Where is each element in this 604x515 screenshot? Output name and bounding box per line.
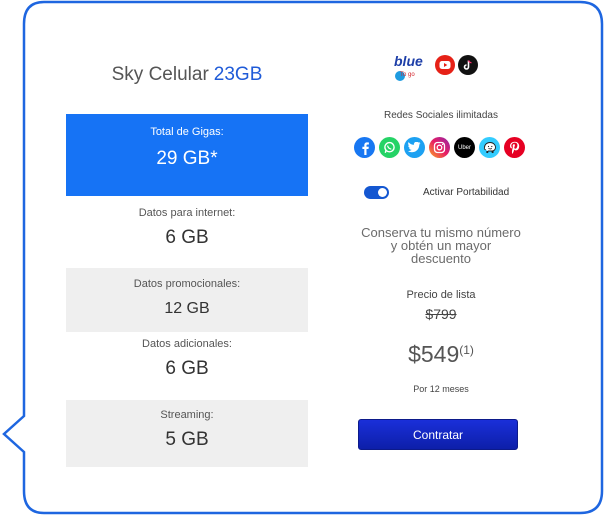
plan-gb: 23GB xyxy=(213,64,263,85)
internet-data-value: 6 GB xyxy=(165,227,209,248)
promo-line-3: descuento xyxy=(411,251,471,266)
portabilidad-label: Activar Portabilidad xyxy=(423,187,510,198)
internet-data-label: Datos para internet: xyxy=(138,207,236,219)
contratar-button[interactable]: Contratar xyxy=(358,419,518,450)
portabilidad-toggle[interactable] xyxy=(364,186,389,199)
toggle-knob xyxy=(378,188,387,197)
instagram-icon xyxy=(429,137,450,158)
list-price-value: $799 xyxy=(425,306,457,322)
blue-logo-text: blue xyxy=(394,53,423,69)
streaming-value: 5 GB xyxy=(165,429,209,450)
streaming-box: Streaming: 5 GB xyxy=(66,400,308,467)
tiktok-icon xyxy=(458,55,478,75)
twitter-icon xyxy=(404,137,425,158)
additional-data-box: Datos adicionales: 6 GB xyxy=(66,332,308,400)
blue-to-go-logo: blue To go xyxy=(394,53,432,82)
offer-price: $549(1) xyxy=(354,341,528,368)
total-gigas-box: Total de Gigas: 29 GB* xyxy=(66,114,308,196)
promo-text: Conserva tu mismo número y obtén un mayo… xyxy=(346,226,536,265)
additional-data-value: 6 GB xyxy=(165,358,209,379)
waze-icon xyxy=(479,137,500,158)
plan-name: Sky Celular xyxy=(111,64,209,85)
pinterest-icon xyxy=(504,137,525,158)
list-price-label: Precio de lista xyxy=(406,289,476,301)
promo-data-value: 12 GB xyxy=(164,300,210,317)
social-title: Redes Sociales ilimitadas xyxy=(384,110,498,121)
youtube-icon xyxy=(435,55,455,75)
offer-price-value: $549 xyxy=(408,341,460,367)
price-footnote: (1) xyxy=(459,343,474,357)
plan-title: Sky Celular 23GB xyxy=(66,64,308,86)
whatsapp-icon xyxy=(379,137,400,158)
brand-logos: blue To go xyxy=(394,53,478,82)
promo-data-box: Datos promocionales: 12 GB xyxy=(66,268,308,332)
streaming-label: Streaming: xyxy=(160,409,214,421)
additional-data-label: Datos adicionales: xyxy=(142,338,232,350)
blue-logo-sub: To go xyxy=(400,72,415,78)
total-gigas-value: 29 GB* xyxy=(156,148,218,169)
total-gigas-label: Total de Gigas: xyxy=(150,126,224,138)
social-icons-row: Uber xyxy=(354,137,525,158)
uber-icon-text: Uber xyxy=(457,144,471,151)
price-period: Por 12 meses xyxy=(413,384,469,394)
promo-data-label: Datos promocionales: xyxy=(133,278,241,290)
internet-data-box: Datos para internet: 6 GB xyxy=(66,196,308,268)
uber-icon: Uber xyxy=(454,137,475,158)
facebook-icon xyxy=(354,137,375,158)
